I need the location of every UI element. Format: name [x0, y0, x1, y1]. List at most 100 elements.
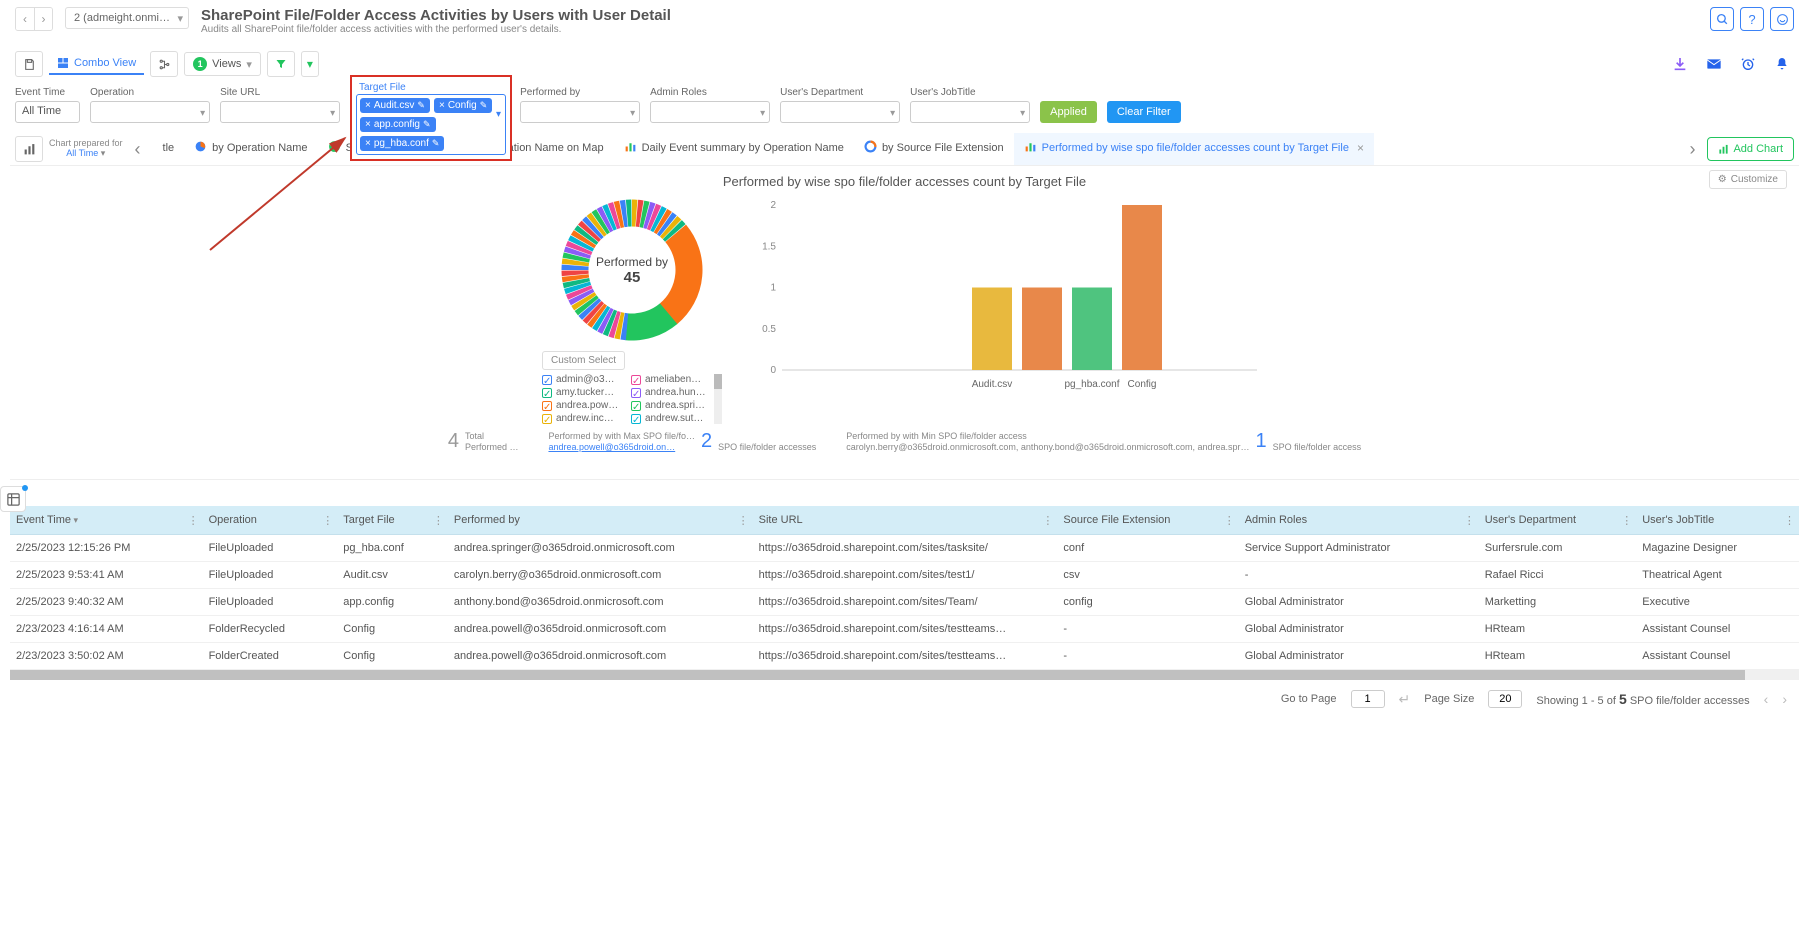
- column-menu-icon[interactable]: ⋮: [1224, 514, 1235, 527]
- applied-button[interactable]: Applied: [1040, 101, 1097, 123]
- filter-adminroles[interactable]: [650, 101, 770, 123]
- legend-item[interactable]: ✓andrew.sut…: [631, 413, 712, 424]
- chip-audit-csv[interactable]: ×Audit.csv✎: [360, 98, 430, 113]
- legend-item[interactable]: ✓andrea.spri…: [631, 400, 712, 411]
- filter-jobtitle[interactable]: [910, 101, 1030, 123]
- col-source-file-extension[interactable]: Source File Extension⋮: [1057, 506, 1238, 535]
- chart-prepared-for[interactable]: Chart prepared for All Time ▾: [49, 139, 123, 159]
- custom-select-button[interactable]: Custom Select: [542, 351, 625, 370]
- chart-tab-4[interactable]: Performed by wise spo file/folder access…: [1014, 133, 1374, 165]
- column-menu-icon[interactable]: ⋮: [188, 514, 199, 527]
- column-menu-icon[interactable]: ⋮: [322, 514, 333, 527]
- col-admin-roles[interactable]: Admin Roles⋮: [1239, 506, 1479, 535]
- clear-filter-button[interactable]: Clear Filter: [1107, 101, 1181, 123]
- table-cell: config: [1057, 589, 1238, 616]
- chart-tab-2[interactable]: Daily Event summary by Operation Name: [614, 133, 854, 165]
- page-title: SharePoint File/Folder Access Activities…: [201, 7, 1698, 24]
- filter-icon[interactable]: [267, 51, 295, 77]
- filter-operation[interactable]: [90, 101, 210, 123]
- search-icon[interactable]: [1710, 7, 1734, 31]
- table-cell: Config: [337, 616, 448, 643]
- table-hscroll[interactable]: [10, 670, 1799, 680]
- add-chart-button[interactable]: Add Chart: [1707, 137, 1794, 161]
- col-performed-by[interactable]: Performed by⋮: [448, 506, 753, 535]
- table-row[interactable]: 2/23/2023 3:50:02 AMFolderCreatedConfiga…: [10, 643, 1799, 670]
- table-cell: https://o365droid.sharepoint.com/sites/t…: [753, 535, 1058, 562]
- alarm-icon[interactable]: [1736, 52, 1760, 76]
- stat-total-num: 4: [448, 430, 459, 453]
- close-icon[interactable]: ×: [1357, 141, 1364, 155]
- table-row[interactable]: 2/25/2023 9:40:32 AMFileUploadedapp.conf…: [10, 589, 1799, 616]
- donut-value: 45: [624, 269, 641, 286]
- legend-scrollbar[interactable]: [714, 374, 722, 424]
- col-target-file[interactable]: Target File⋮: [337, 506, 448, 535]
- combo-view-btn[interactable]: Combo View: [49, 53, 144, 75]
- filter-siteurl[interactable]: [220, 101, 340, 123]
- col-event-time[interactable]: Event Time⋮: [10, 506, 203, 535]
- views-count-badge: 1: [193, 57, 207, 71]
- chart-type-icon[interactable]: [15, 136, 43, 162]
- pager-page-input[interactable]: [1351, 690, 1385, 708]
- chip-remove-icon[interactable]: ×: [365, 100, 371, 111]
- chart-tab-3[interactable]: by Source File Extension: [854, 133, 1014, 165]
- col-site-url[interactable]: Site URL⋮: [753, 506, 1058, 535]
- nav-fwd[interactable]: ›: [34, 8, 52, 30]
- table-cell: Global Administrator: [1239, 616, 1479, 643]
- pencil-icon[interactable]: ✎: [432, 138, 440, 149]
- pager-size-input[interactable]: [1488, 690, 1522, 708]
- help-icon[interactable]: ?: [1740, 7, 1764, 31]
- table-row[interactable]: 2/25/2023 12:15:26 PMFileUploadedpg_hba.…: [10, 535, 1799, 562]
- pencil-icon[interactable]: ✎: [480, 100, 488, 111]
- assist-icon[interactable]: [1770, 7, 1794, 31]
- pager-prev[interactable]: ‹: [1764, 691, 1769, 707]
- filter-performedby[interactable]: [520, 101, 640, 123]
- table-cell: Service Support Administrator: [1239, 535, 1479, 562]
- col-user-s-jobtitle[interactable]: User's JobTitle⋮: [1636, 506, 1799, 535]
- pager-next[interactable]: ›: [1782, 691, 1787, 707]
- customize-button[interactable]: ⚙ Customize: [1709, 170, 1787, 189]
- legend-item[interactable]: ✓andrew.inc…: [542, 413, 623, 424]
- tree-view-icon[interactable]: [150, 51, 178, 77]
- tabs-prev[interactable]: ‹: [127, 134, 149, 164]
- nav-back[interactable]: ‹: [16, 8, 34, 30]
- target-file-chips[interactable]: ×Audit.csv✎ ×Config✎ ×app.config✎ ×pg_hba.c…: [356, 94, 506, 155]
- table-row[interactable]: 2/23/2023 4:16:14 AMFolderRecycledConfig…: [10, 616, 1799, 643]
- legend-item[interactable]: ✓ameliaben…: [631, 374, 712, 385]
- col-operation[interactable]: Operation⋮: [203, 506, 338, 535]
- chip-app-config[interactable]: ×app.config✎: [360, 117, 436, 132]
- chip-remove-icon[interactable]: ×: [365, 119, 371, 130]
- stat-max-user[interactable]: andrea.powell@o365droid.on…: [548, 442, 675, 452]
- tabs-next[interactable]: ›: [1681, 134, 1703, 164]
- views-button[interactable]: 1 Views ▾: [184, 52, 261, 76]
- mail-icon[interactable]: [1702, 52, 1726, 76]
- pencil-icon[interactable]: ✎: [417, 100, 425, 111]
- chart-tab-partial[interactable]: tle: [153, 133, 185, 165]
- col-user-s-department[interactable]: User's Department⋮: [1479, 506, 1637, 535]
- column-menu-icon[interactable]: ⋮: [1784, 514, 1795, 527]
- filter-department[interactable]: [780, 101, 900, 123]
- filter-eventtime[interactable]: All Time: [15, 101, 80, 123]
- table-cell: andrea.powell@o365droid.onmicrosoft.com: [448, 616, 753, 643]
- chip-config[interactable]: ×Config✎: [434, 98, 492, 113]
- column-menu-icon[interactable]: ⋮: [1464, 514, 1475, 527]
- legend-item[interactable]: ✓andrea.hun…: [631, 387, 712, 398]
- chip-remove-icon[interactable]: ×: [365, 138, 371, 149]
- column-menu-icon[interactable]: ⋮: [433, 514, 444, 527]
- column-menu-icon[interactable]: ⋮: [738, 514, 749, 527]
- legend-item[interactable]: ✓amy.tucker…: [542, 387, 623, 398]
- chart-tab-0[interactable]: by Operation Name: [184, 133, 317, 165]
- table-row[interactable]: 2/25/2023 9:53:41 AMFileUploadedAudit.cs…: [10, 562, 1799, 589]
- legend-item[interactable]: ✓andrea.pow…: [542, 400, 623, 411]
- bell-icon[interactable]: [1770, 52, 1794, 76]
- filter-dropdown-icon[interactable]: ▾: [301, 51, 319, 77]
- column-menu-icon[interactable]: ⋮: [1042, 514, 1053, 527]
- chip-remove-icon[interactable]: ×: [439, 100, 445, 111]
- legend-item[interactable]: ✓admin@o3…: [542, 374, 623, 385]
- tenant-select[interactable]: 2 (admeight.onmi…: [65, 7, 189, 29]
- chip-pg_hba-conf[interactable]: ×pg_hba.conf✎: [360, 136, 444, 151]
- save-icon[interactable]: [15, 51, 43, 77]
- pencil-icon[interactable]: ✎: [423, 119, 431, 130]
- column-menu-icon[interactable]: ⋮: [1621, 514, 1632, 527]
- pager-go-icon[interactable]: ↵: [1399, 691, 1411, 708]
- download-icon[interactable]: [1668, 52, 1692, 76]
